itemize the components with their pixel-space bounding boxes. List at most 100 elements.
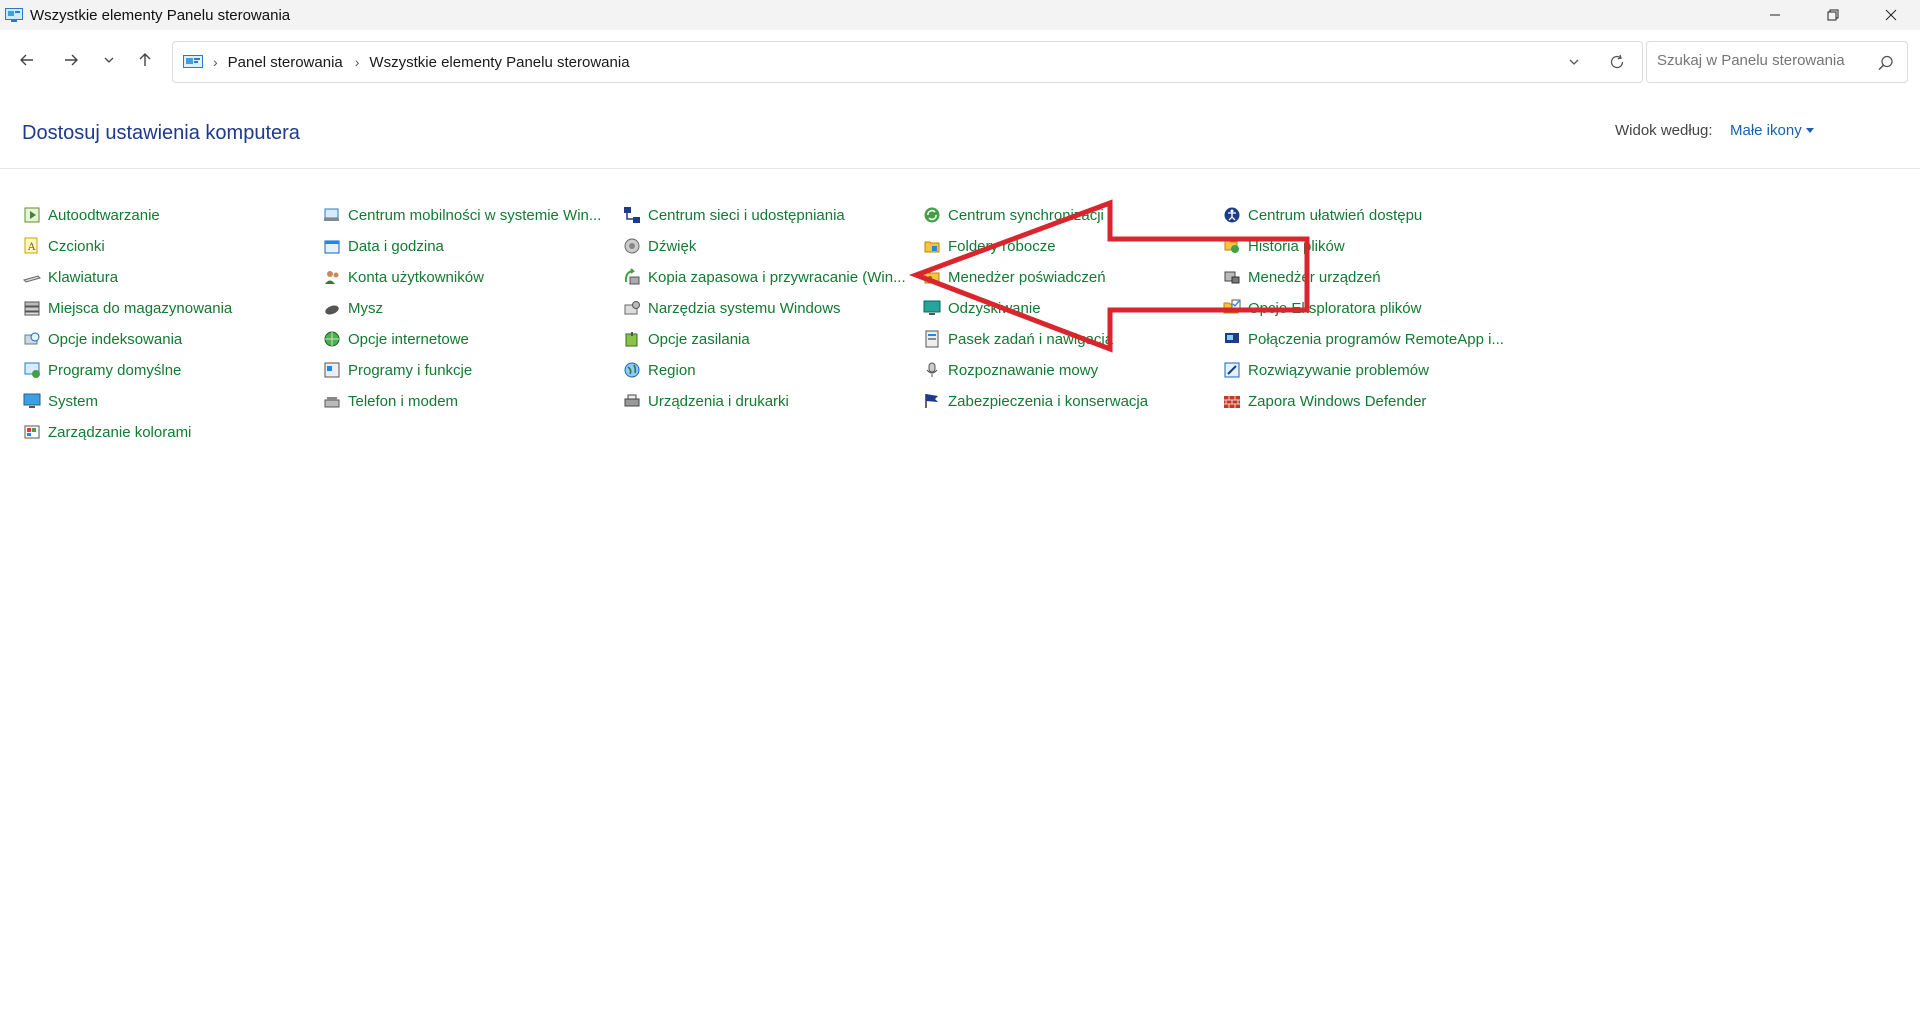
network-center-icon bbox=[622, 205, 642, 225]
control-panel-item-label: Zarządzanie kolorami bbox=[48, 423, 192, 441]
region-icon bbox=[622, 360, 642, 380]
control-panel-item-label: Klawiatura bbox=[48, 268, 119, 286]
control-panel-item[interactable]: Menedżer urządzeń bbox=[1222, 264, 1381, 290]
control-panel-item[interactable]: Centrum synchronizacji bbox=[922, 202, 1104, 228]
security-maintenance-icon bbox=[922, 391, 942, 411]
control-panel-item[interactable]: Opcje internetowe bbox=[322, 326, 469, 352]
control-panel-item[interactable]: Centrum sieci i udostępniania bbox=[622, 202, 845, 228]
control-panel-item-label: Data i godzina bbox=[348, 237, 444, 255]
control-panel-item-label: Opcje zasilania bbox=[648, 330, 750, 348]
control-panel-item[interactable]: Rozpoznawanie mowy bbox=[922, 357, 1098, 383]
control-panel-item-label: Dźwięk bbox=[648, 237, 697, 255]
control-panel-item[interactable]: A Czcionki bbox=[22, 233, 105, 259]
view-by-dropdown[interactable]: Małe ikony bbox=[1730, 122, 1814, 139]
control-panel-item[interactable]: Kopia zapasowa i przywracanie (Win... bbox=[622, 264, 906, 290]
header-divider bbox=[0, 168, 1920, 169]
control-panel-item[interactable]: Dźwięk bbox=[622, 233, 696, 259]
control-panel-item-label: Mysz bbox=[348, 299, 383, 317]
control-panel-item[interactable]: Mysz bbox=[322, 295, 383, 321]
control-panel-item-label: Centrum synchronizacji bbox=[948, 206, 1104, 224]
refresh-icon bbox=[1610, 54, 1624, 69]
ease-of-access-icon bbox=[1222, 205, 1242, 225]
control-panel-item-label: Historia plików bbox=[1248, 237, 1345, 255]
svg-text:A: A bbox=[27, 242, 36, 253]
firewall-icon bbox=[1222, 391, 1242, 411]
close-button[interactable] bbox=[1862, 0, 1920, 30]
control-panel-item[interactable]: Urządzenia i drukarki bbox=[622, 388, 789, 414]
breadcrumb-all-items[interactable]: Wszystkie elementy Panelu sterowania bbox=[369, 54, 629, 71]
title-bar: Wszystkie elementy Panelu sterowania bbox=[0, 0, 1920, 30]
control-panel-item[interactable]: Zarządzanie kolorami bbox=[22, 419, 191, 445]
explorer-options-icon bbox=[1222, 298, 1242, 318]
control-panel-item[interactable]: Miejsca do magazynowania bbox=[22, 295, 232, 321]
control-panel-icon bbox=[183, 54, 203, 70]
troubleshooting-icon bbox=[1222, 360, 1242, 380]
control-panel-item-label: Opcje Eksploratora plików bbox=[1248, 299, 1422, 317]
autoplay-icon bbox=[22, 205, 42, 225]
control-panel-item-label: Narzędzia systemu Windows bbox=[648, 299, 841, 317]
control-panel-item[interactable]: Narzędzia systemu Windows bbox=[622, 295, 841, 321]
control-panel-item[interactable]: Region bbox=[622, 357, 696, 383]
control-panel-item[interactable]: Menedżer poświadczeń bbox=[922, 264, 1106, 290]
control-panel-item-label: Centrum sieci i udostępniania bbox=[648, 206, 845, 224]
control-panel-item[interactable]: Rozwiązywanie problemów bbox=[1222, 357, 1429, 383]
navigation-bar: › Panel sterowania › Wszystkie elementy … bbox=[0, 30, 1920, 90]
breadcrumb-separator: › bbox=[354, 54, 360, 70]
control-panel-icon bbox=[4, 7, 24, 23]
back-button[interactable] bbox=[10, 30, 44, 90]
minimize-button[interactable] bbox=[1746, 0, 1804, 30]
control-panel-item[interactable]: Telefon i modem bbox=[322, 388, 458, 414]
control-panel-item-label: Rozpoznawanie mowy bbox=[948, 361, 1099, 379]
control-panel-item[interactable]: Centrum ułatwień dostępu bbox=[1222, 202, 1422, 228]
control-panel-item[interactable]: Centrum mobilności w systemie Win... bbox=[322, 202, 601, 228]
control-panel-item-label: Programy domyślne bbox=[48, 361, 182, 379]
view-by-value: Małe ikony bbox=[1730, 122, 1802, 139]
sync-center-icon bbox=[922, 205, 942, 225]
control-panel-item[interactable]: Programy i funkcje bbox=[322, 357, 472, 383]
control-panel-item[interactable]: Data i godzina bbox=[322, 233, 444, 259]
control-panel-item[interactable]: Opcje indeksowania bbox=[22, 326, 182, 352]
up-button[interactable] bbox=[128, 30, 162, 90]
search-input[interactable] bbox=[1657, 52, 1867, 69]
refresh-button[interactable] bbox=[1592, 42, 1642, 82]
backup-restore-icon bbox=[622, 267, 642, 287]
control-panel-item-label: Region bbox=[648, 361, 696, 379]
control-panel-item-label: Menedżer urządzeń bbox=[1248, 268, 1381, 286]
forward-button[interactable] bbox=[54, 30, 88, 90]
view-by-label: Widok według: bbox=[1615, 122, 1713, 139]
control-panel-item[interactable]: System bbox=[22, 388, 98, 414]
mouse-icon bbox=[322, 298, 342, 318]
credential-manager-icon bbox=[922, 267, 942, 287]
control-panel-item[interactable]: Foldery robocze bbox=[922, 233, 1056, 259]
breadcrumb-control-panel[interactable]: Panel sterowania bbox=[228, 54, 343, 71]
control-panel-item[interactable]: Pasek zadań i nawigacja bbox=[922, 326, 1113, 352]
search-icon bbox=[1878, 55, 1893, 71]
control-panel-item[interactable]: Autoodtwarzanie bbox=[22, 202, 160, 228]
recent-locations-button[interactable] bbox=[92, 30, 126, 90]
control-panel-item[interactable]: Klawiatura bbox=[22, 264, 118, 290]
control-panel-item[interactable]: Opcje zasilania bbox=[622, 326, 750, 352]
color-management-icon bbox=[22, 422, 42, 442]
restore-button[interactable] bbox=[1804, 0, 1862, 30]
address-bar[interactable]: › Panel sterowania › Wszystkie elementy … bbox=[172, 41, 1643, 83]
control-panel-item[interactable]: Odzyskiwanie bbox=[922, 295, 1041, 321]
close-icon bbox=[1885, 9, 1897, 21]
device-manager-icon bbox=[1222, 267, 1242, 287]
control-panel-item[interactable]: Zabezpieczenia i konserwacja bbox=[922, 388, 1148, 414]
control-panel-item[interactable]: Połączenia programów RemoteApp i... bbox=[1222, 326, 1504, 352]
control-panel-item-label: Pasek zadań i nawigacja bbox=[948, 330, 1114, 348]
control-panel-item-label: Programy i funkcje bbox=[348, 361, 473, 379]
address-history-button[interactable] bbox=[1556, 42, 1592, 82]
control-panel-item-label: Menedżer poświadczeń bbox=[948, 268, 1106, 286]
taskbar-icon bbox=[922, 329, 942, 349]
control-panel-item-label: Odzyskiwanie bbox=[948, 299, 1041, 317]
control-panel-item[interactable]: Konta użytkowników bbox=[322, 264, 484, 290]
control-panel-item[interactable]: Zapora Windows Defender bbox=[1222, 388, 1426, 414]
control-panel-item-label: Centrum mobilności w systemie Win... bbox=[348, 206, 602, 224]
control-panel-item[interactable]: Historia plików bbox=[1222, 233, 1345, 259]
control-panel-item-label: Czcionki bbox=[48, 237, 105, 255]
control-panel-item[interactable]: Programy domyślne bbox=[22, 357, 181, 383]
control-panel-item[interactable]: Opcje Eksploratora plików bbox=[1222, 295, 1421, 321]
search-box[interactable] bbox=[1646, 41, 1908, 83]
window-controls bbox=[1746, 0, 1920, 30]
